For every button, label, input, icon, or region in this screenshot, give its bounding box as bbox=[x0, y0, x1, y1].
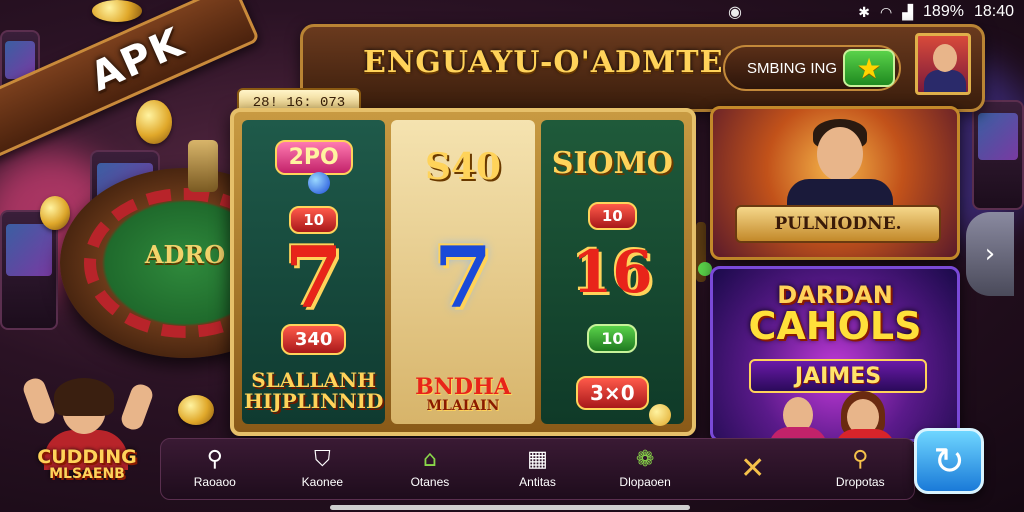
promo-card-casino-title: DARDAN CAHOLS bbox=[713, 283, 957, 345]
avatar[interactable] bbox=[915, 33, 971, 95]
avatar-face bbox=[933, 44, 957, 72]
nav-label: Antitas bbox=[519, 475, 556, 489]
battery-level: 189% bbox=[923, 3, 964, 20]
avatar-body bbox=[924, 70, 966, 92]
gem-icon bbox=[308, 172, 330, 194]
character-arm bbox=[118, 381, 156, 433]
character-title: CUDDING MLSAENB bbox=[14, 446, 160, 482]
reel1-top-symbol: 2PO bbox=[274, 140, 353, 175]
nav-label: Kaonee bbox=[301, 475, 344, 489]
search-icon: ⚲ bbox=[206, 447, 223, 472]
nav-item-antitas[interactable]: ▦ Antitas bbox=[484, 439, 592, 499]
refresh-button[interactable]: ↻ bbox=[914, 428, 984, 494]
clock: 18:40 bbox=[973, 3, 1014, 20]
star-icon[interactable]: ★ bbox=[843, 49, 895, 87]
status-bar: ✱ ◠ ▟ 189% 18:40 bbox=[858, 2, 1014, 22]
slot-reels: 2PO 10 7 340 SLALLANH HIJPLINNID S40 7 B… bbox=[242, 120, 684, 426]
roulette-spindle bbox=[188, 140, 218, 192]
reel1-chip: 340 bbox=[280, 324, 347, 355]
promo-card-casino[interactable]: DARDAN CAHOLS JAIMES bbox=[710, 266, 960, 442]
reel3-badge: 10 bbox=[587, 202, 637, 230]
nav-item-kaonee[interactable]: ⛉ Kaonee bbox=[269, 439, 377, 499]
wreath-icon: ❁ bbox=[635, 447, 655, 472]
coin-icon bbox=[92, 0, 142, 22]
coin-icon bbox=[136, 100, 172, 144]
promo-card-casino-line2: CAHOLS bbox=[748, 304, 922, 348]
home-indicator[interactable] bbox=[330, 505, 690, 510]
home-icon: ⌂ bbox=[422, 447, 437, 472]
promo-card-host-banner: PULNIODNE. bbox=[735, 205, 941, 243]
character-title-line1: CUDDING bbox=[37, 446, 137, 468]
slot-machine[interactable]: 2PO 10 7 340 SLALLANH HIJPLINNID S40 7 B… bbox=[230, 108, 712, 436]
promo-card-casino-ribbon: JAIMES bbox=[749, 359, 927, 393]
promo-card-host-label: PULNIODNE. bbox=[774, 214, 902, 234]
close-icon: ✕ bbox=[740, 451, 766, 486]
character-hair bbox=[54, 378, 114, 416]
nav-item-raoaoo[interactable]: ⚲ Raoaoo bbox=[161, 439, 269, 499]
shield-icon: ⛉ bbox=[314, 447, 331, 472]
bottom-nav: ⚲ Raoaoo ⛉ Kaonee ⌂ Otanes ▦ Antitas ❁ D… bbox=[160, 438, 915, 500]
wifi-icon: ◠ bbox=[880, 3, 893, 20]
reel3-bottom: 3×0 bbox=[576, 376, 649, 410]
nav-item-dlopaoen[interactable]: ❁ Dlopaoen bbox=[591, 439, 699, 499]
promo-card-host[interactable]: PULNIODNE. bbox=[710, 106, 960, 260]
reel3-chip: 10 bbox=[587, 324, 638, 353]
signal-icon: ▟ bbox=[902, 3, 914, 20]
reel-3[interactable]: SIOMO 10 16 10 3×0 bbox=[540, 120, 684, 426]
reel1-title-line2: HIJPLINNID bbox=[243, 389, 384, 413]
reel3-big: 16 bbox=[571, 238, 653, 306]
nav-label: Dropotas bbox=[835, 475, 885, 489]
header-pill[interactable]: SMBING ING ★ bbox=[723, 45, 901, 91]
reel2-title-line2: MLAIAIN bbox=[426, 398, 500, 415]
top-header: ENGUAYU-O'ADMTE SMBING ING ★ bbox=[300, 24, 985, 112]
nav-label: Otanes bbox=[410, 475, 450, 489]
apk-ribbon: APK bbox=[0, 0, 261, 163]
promo-card-casino-ribbon-label: JAIMES bbox=[794, 363, 882, 389]
bluetooth-icon: ✱ bbox=[858, 3, 871, 20]
header-title: ENGUAYU-O'ADMTE bbox=[363, 45, 724, 80]
magnifier-icon: ⚲ bbox=[852, 447, 869, 472]
nav-label: Raoaoo bbox=[193, 475, 236, 489]
reel3-top-symbol: SIOMO bbox=[551, 146, 673, 181]
nav-item-close[interactable]: ✕ bbox=[699, 439, 807, 499]
coin-icon bbox=[178, 395, 214, 425]
nav-item-otanes[interactable]: ⌂ Otanes bbox=[376, 439, 484, 499]
next-arrow-icon[interactable]: › bbox=[966, 212, 1014, 296]
refresh-icon: ↻ bbox=[933, 439, 965, 483]
character-arm bbox=[20, 375, 58, 427]
record-icon: ◉ bbox=[728, 2, 742, 21]
coin-icon bbox=[40, 196, 70, 230]
nav-label: Dlopaoen bbox=[619, 475, 671, 489]
reel2-top-symbol: S40 bbox=[424, 146, 502, 188]
grid-icon: ▦ bbox=[527, 447, 548, 472]
reel2-title: BNDHA MLAIAIN bbox=[391, 374, 534, 415]
reel2-title-line1: BNDHA bbox=[415, 374, 511, 400]
nav-item-dropotas[interactable]: ⚲ Dropotas bbox=[806, 439, 914, 499]
reel-1[interactable]: 2PO 10 7 340 SLALLANH HIJPLINNID bbox=[242, 120, 386, 424]
background-slot-machine bbox=[972, 100, 1024, 210]
character-badge[interactable]: CUDDING MLSAENB bbox=[14, 375, 160, 500]
coin-icon bbox=[648, 404, 671, 426]
reel1-title: SLALLANH HIJPLINNID bbox=[242, 370, 385, 412]
reel-2[interactable]: S40 7 BNDHA MLAIAIN bbox=[391, 120, 535, 424]
character-title-line2: MLSAENB bbox=[49, 466, 125, 482]
header-pill-label: SMBING ING bbox=[747, 59, 838, 77]
reel1-title-line1: SLALLANH bbox=[251, 368, 377, 392]
reel1-seven: 7 bbox=[284, 228, 343, 327]
host-face bbox=[817, 127, 863, 181]
reel2-seven: 7 bbox=[433, 228, 493, 327]
